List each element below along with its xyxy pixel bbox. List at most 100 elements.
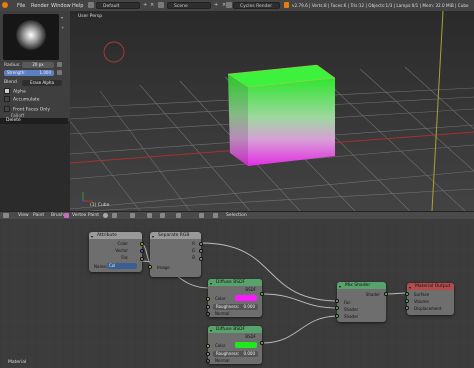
accumulate-label: Accumulate (13, 97, 40, 103)
rotate-icon[interactable] (160, 213, 165, 218)
diffuse-1-color-swatch[interactable] (235, 295, 257, 301)
diffuse-1-roughness-field[interactable]: Roughness: 0.000 (213, 304, 258, 310)
alpha-checkbox[interactable] (4, 88, 10, 94)
menu-paint[interactable]: Paint (33, 213, 44, 218)
scene-field[interactable]: Scene (167, 2, 211, 9)
collapse-icon[interactable]: ▾ (91, 233, 93, 240)
blend-select[interactable]: Erase Alpha (22, 80, 62, 86)
separate-b-socket[interactable] (199, 257, 203, 261)
editor-type-icon[interactable] (3, 213, 9, 218)
diffuse-2-header[interactable]: ▾ Diffuse BSDF (208, 326, 262, 333)
accumulate-row[interactable]: Accumulate (4, 96, 40, 103)
attribute-node[interactable]: ▾ Attribute Color Vector Fac Name: Col (89, 232, 144, 272)
add-brush-icon[interactable]: + (61, 25, 64, 30)
active-object-label: (1) Cube (90, 203, 110, 208)
strength-label: Strength: (7, 70, 26, 75)
add-layout-icon[interactable]: + (143, 2, 147, 8)
add-scene-icon[interactable]: + (214, 2, 218, 8)
diffuse-1-header[interactable]: ▾ Diffuse BSDF (208, 279, 262, 286)
separate-rgb-node[interactable]: ▾ Separate RGB R G B Image (148, 232, 203, 277)
menu-window[interactable]: Window (51, 3, 71, 9)
brush-menu-icon[interactable]: ▾ (61, 15, 63, 20)
face-mask-icon[interactable] (213, 213, 218, 218)
screen-layout-field[interactable]: Default (96, 2, 140, 9)
front-faces-row[interactable]: Front Faces Only (4, 106, 50, 113)
separate-image-socket[interactable] (148, 265, 152, 269)
front-faces-checkbox[interactable] (4, 106, 10, 112)
diffuse-bsdf-node-1[interactable]: ▾ Diffuse BSDF BSDF Color Roughness: 0.0… (206, 279, 264, 317)
manipulator-icon[interactable] (130, 213, 135, 218)
mix-shader-output-socket[interactable] (384, 292, 388, 296)
node-editor[interactable]: ▾ Attribute Color Vector Fac Name: Col ▾… (0, 219, 474, 368)
diffuse-bsdf-node-2[interactable]: ▾ Diffuse BSDF BSDF Color Roughness: 0.0… (206, 326, 264, 364)
screen-layout-icon[interactable] (88, 2, 94, 8)
collapse-icon[interactable]: ▾ (210, 280, 212, 287)
diffuse-2-color-swatch[interactable] (235, 342, 257, 348)
attribute-fac-socket[interactable] (140, 257, 144, 261)
diffuse-1-color-socket[interactable] (206, 297, 210, 301)
material-output-header[interactable]: ▾ Material Output (407, 283, 454, 290)
menu-brush[interactable]: Brush (51, 213, 64, 218)
attribute-vector-label: Vector (115, 248, 128, 253)
alpha-row[interactable]: Alpha (4, 88, 26, 95)
diffuse-2-roughness-field[interactable]: Roughness: 0.000 (213, 351, 258, 357)
separate-rgb-header[interactable]: ▾ Separate RGB (150, 232, 201, 239)
pressure-icon[interactable] (57, 62, 62, 67)
mix-shader-header[interactable]: ▾ Mix Shader (337, 282, 386, 289)
radius-field[interactable]: 20 px (22, 62, 54, 68)
menu-render[interactable]: Render (31, 3, 49, 9)
mix-shader1-socket[interactable] (335, 306, 339, 310)
attribute-node-header[interactable]: ▾ Attribute (89, 232, 142, 239)
diffuse-2-bsdf-socket[interactable] (260, 341, 264, 345)
translate-icon[interactable] (147, 213, 152, 218)
separate-r-socket[interactable] (199, 242, 203, 246)
strength-pressure-icon[interactable] (57, 70, 62, 75)
accumulate-checkbox[interactable] (4, 96, 10, 102)
render-engine-icon[interactable] (226, 2, 232, 8)
menu-help[interactable]: Help (72, 3, 83, 9)
close-layout-icon[interactable]: × (150, 2, 154, 8)
scale-icon[interactable] (176, 213, 181, 218)
output-surface-socket[interactable] (405, 292, 409, 296)
attribute-color-socket[interactable] (140, 242, 144, 246)
brush-preview[interactable] (3, 14, 59, 60)
scene-icon[interactable] (158, 2, 164, 8)
delete-menu-item[interactable]: Delete (0, 118, 68, 124)
menu-view[interactable]: View (18, 213, 29, 218)
strength-slider[interactable]: Strength: 1.000 (4, 70, 54, 76)
diffuse-1-bsdf-socket[interactable] (260, 292, 264, 296)
mix-fac-socket[interactable] (335, 299, 339, 303)
render-engine-select[interactable]: Cycles Render (233, 2, 280, 9)
collapse-icon[interactable]: ▾ (210, 327, 212, 334)
3d-viewport[interactable]: User Persp (1) Cube (70, 11, 474, 211)
diffuse-2-roughness-socket[interactable] (206, 352, 210, 356)
collapse-icon[interactable]: ▾ (409, 284, 411, 291)
diffuse-1-roughness-socket[interactable] (206, 305, 210, 309)
menu-file[interactable]: File (17, 3, 25, 9)
material-output-node[interactable]: ▾ Material Output Surface Volume Displac… (405, 283, 454, 315)
blender-logo-icon[interactable] (2, 2, 8, 8)
separate-g-socket[interactable] (199, 249, 203, 253)
mode-select[interactable]: Vertex Paint (72, 213, 99, 218)
diffuse-2-normal-socket[interactable] (206, 359, 210, 363)
separate-r-label: R (192, 241, 195, 246)
attribute-vector-socket[interactable] (140, 249, 144, 253)
attribute-name-field[interactable]: Col (107, 263, 137, 269)
diffuse-2-color-socket[interactable] (206, 344, 210, 348)
mix-shader-node[interactable]: ▾ Mix Shader Shader Fac Shader Shader (335, 282, 388, 322)
layers-icon[interactable] (199, 213, 204, 218)
selection-label[interactable]: Selection (226, 213, 247, 218)
blend-row: Blend (4, 79, 17, 86)
pivot-icon[interactable] (112, 213, 117, 218)
output-displacement-socket[interactable] (405, 306, 409, 310)
diffuse-1-normal-socket[interactable] (206, 312, 210, 316)
output-displacement-label: Displacement (414, 306, 442, 311)
shading-icon[interactable] (103, 213, 108, 218)
output-volume-socket[interactable] (405, 299, 409, 303)
status-stats: v2.79.6 | Verts:8 | Faces:6 | Tris:12 | … (292, 3, 469, 8)
mix-shader2-socket[interactable] (335, 314, 339, 318)
diffuse-1-bsdf-label: BSDF (245, 287, 256, 292)
collapse-icon[interactable]: ▾ (339, 283, 341, 290)
collapse-icon[interactable]: ▾ (152, 233, 154, 240)
mix-shader-output-label: Shader (365, 292, 380, 297)
